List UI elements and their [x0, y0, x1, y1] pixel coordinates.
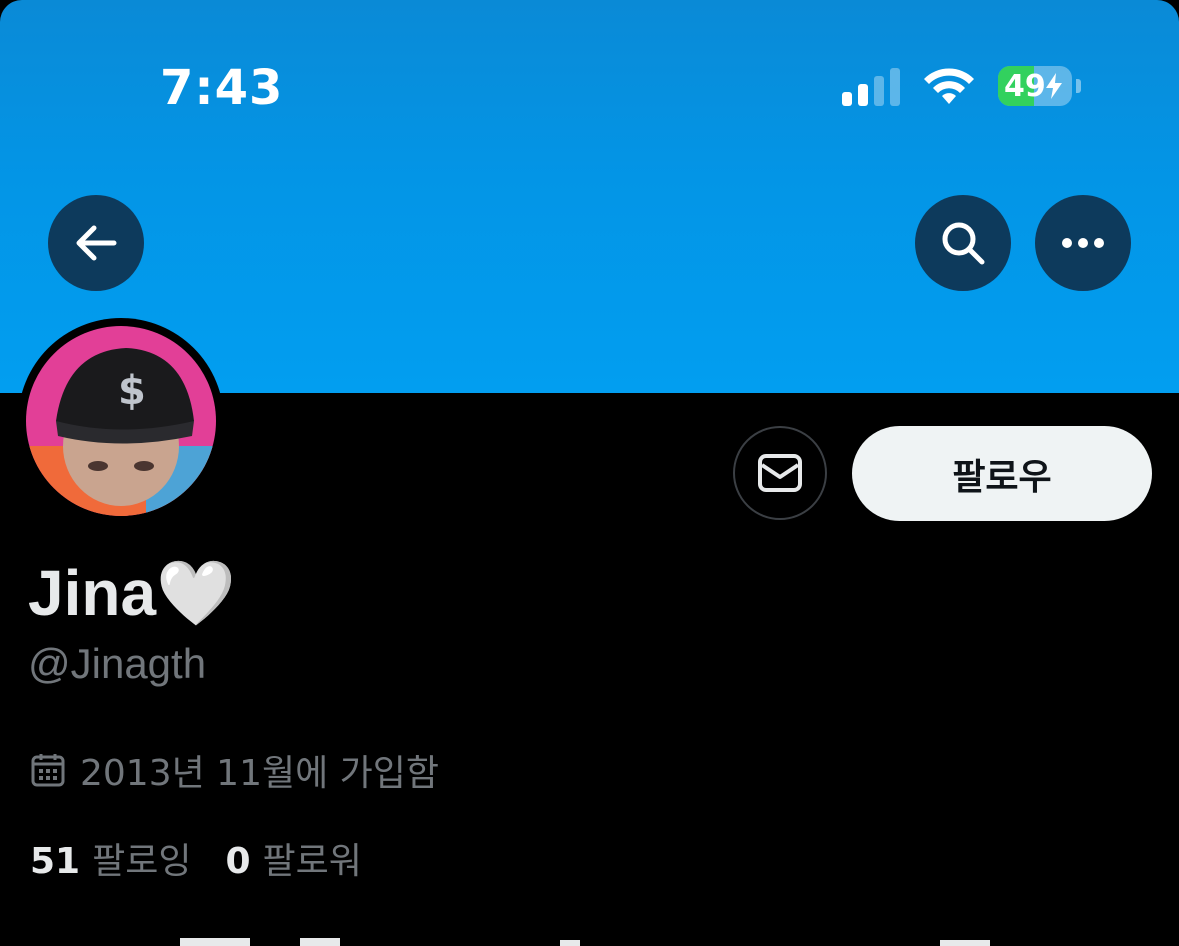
user-handle: @Jinagth — [28, 640, 207, 687]
followers-link[interactable]: 0 팔로워 — [225, 832, 361, 884]
display-name: Jina🤍 — [28, 557, 236, 629]
avatar-photo: $ — [26, 326, 216, 516]
follow-stats: 51 팔로잉 0 팔로워 — [30, 832, 362, 884]
following-label: 팔로잉 — [92, 841, 192, 882]
svg-text:$: $ — [118, 368, 146, 414]
mail-icon — [758, 454, 802, 492]
battery-percent: 49 — [1004, 68, 1046, 104]
calendar-icon — [31, 754, 65, 787]
search-button[interactable] — [915, 195, 1011, 291]
back-button[interactable] — [48, 195, 144, 291]
cut-off-bio-text — [180, 938, 990, 946]
status-icons: 49 — [842, 66, 1081, 106]
charging-bolt-icon — [1045, 73, 1062, 99]
followers-count: 0 — [225, 841, 251, 882]
wifi-icon — [924, 68, 974, 104]
cellular-signal-icon — [842, 66, 900, 106]
following-link[interactable]: 51 팔로잉 — [30, 832, 191, 884]
arrow-left-icon — [76, 225, 117, 261]
battery-icon: 49 — [998, 66, 1081, 106]
profile-avatar[interactable]: $ — [18, 318, 224, 524]
search-icon — [942, 222, 985, 265]
join-date-text: 2013년 11월에 가입함 — [80, 753, 440, 794]
status-time: 7:43 — [160, 60, 284, 116]
followers-label: 팔로워 — [262, 841, 362, 882]
more-options-button[interactable] — [1035, 195, 1131, 291]
message-button[interactable] — [733, 426, 827, 520]
profile-screen: 7:43 49 $ 팔로우 Jina🤍 @Jinagth 2013년 11월에 … — [0, 0, 1179, 946]
join-date: 2013년 11월에 가입함 — [30, 744, 439, 796]
following-count: 51 — [30, 841, 81, 882]
more-horizontal-icon — [1062, 238, 1104, 248]
follow-button[interactable]: 팔로우 — [852, 426, 1152, 521]
